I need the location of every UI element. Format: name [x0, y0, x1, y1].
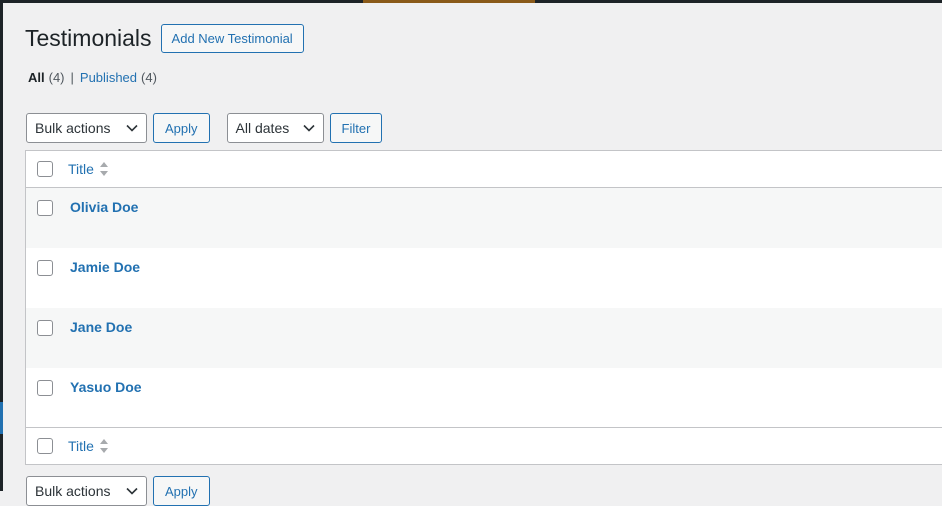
dates-filter-select[interactable]: All dates [226, 113, 324, 143]
view-filters: All (4) | Published (4) [28, 70, 157, 85]
testimonials-table: Title Olivia Doe Jamie Doe Jane Doe Yasu… [25, 150, 942, 465]
view-published-count: (4) [141, 70, 157, 85]
row-checkbox[interactable] [37, 380, 53, 396]
bulk-actions-value: Bulk actions [35, 120, 111, 136]
bulk-actions-select-bottom[interactable]: Bulk actions [26, 476, 147, 506]
bulk-actions-value-bottom: Bulk actions [35, 483, 111, 499]
view-all-count: (4) [48, 70, 65, 85]
title-column-sort-footer[interactable]: Title [68, 438, 109, 454]
page-title: Testimonials [25, 25, 152, 51]
chevron-down-icon [126, 487, 138, 495]
view-separator: | [70, 70, 74, 85]
table-row: Jamie Doe [26, 248, 942, 308]
filter-button[interactable]: Filter [329, 113, 383, 143]
table-row: Jane Doe [26, 308, 942, 368]
dates-filter-value: All dates [235, 120, 290, 136]
row-title-link[interactable]: Jane Doe [70, 319, 132, 335]
table-row: Olivia Doe [26, 188, 942, 248]
active-menu-indicator [0, 402, 3, 434]
sort-icon [99, 438, 109, 454]
row-title-link[interactable]: Yasuo Doe [70, 379, 142, 395]
title-column-sort[interactable]: Title [68, 161, 109, 177]
tablenav-bottom: Bulk actions Apply [26, 476, 210, 506]
chevron-down-icon [302, 124, 315, 132]
admin-bar-highlight [363, 0, 535, 3]
apply-button-bottom[interactable]: Apply [153, 476, 210, 506]
apply-button[interactable]: Apply [153, 113, 210, 143]
row-checkbox[interactable] [37, 200, 53, 216]
row-title-link[interactable]: Jamie Doe [70, 259, 140, 275]
table-row: Yasuo Doe [26, 368, 942, 428]
view-published-link[interactable]: Published [80, 70, 137, 85]
tablenav-top: Bulk actions Apply All dates Filter [26, 113, 383, 143]
view-all-link[interactable]: All [28, 70, 45, 85]
row-title-link[interactable]: Olivia Doe [70, 199, 138, 215]
chevron-down-icon [126, 124, 138, 132]
title-column-label-footer: Title [68, 438, 94, 454]
select-all-checkbox[interactable] [37, 161, 53, 177]
select-all-checkbox-footer[interactable] [37, 438, 53, 454]
page-header: Testimonials Add New Testimonial [25, 24, 304, 53]
title-column-label: Title [68, 161, 94, 177]
sort-icon [99, 161, 109, 177]
add-new-testimonial-button[interactable]: Add New Testimonial [160, 24, 304, 53]
row-checkbox[interactable] [37, 260, 53, 276]
row-checkbox[interactable] [37, 320, 53, 336]
bulk-actions-select[interactable]: Bulk actions [26, 113, 147, 143]
table-footer: Title [26, 427, 942, 464]
table-header: Title [26, 151, 942, 188]
